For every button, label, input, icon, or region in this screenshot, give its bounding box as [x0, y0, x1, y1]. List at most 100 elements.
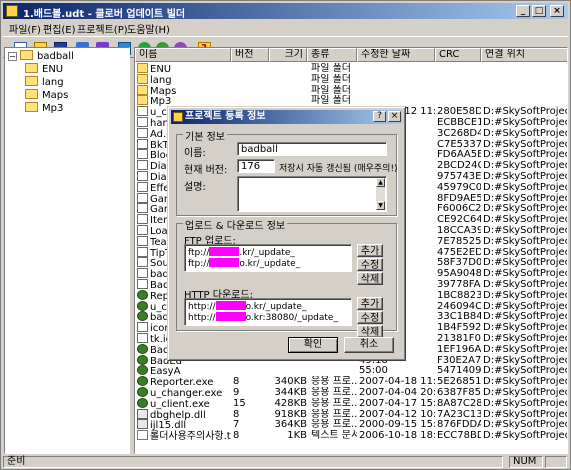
col-crc[interactable]: CRC [435, 48, 481, 62]
exe-icon [137, 289, 148, 300]
table-row[interactable]: 롤더사용주의사항.txt8 1KB 텍스트 문서2006-10-18 18:32:4… [135, 430, 567, 442]
cell-loc: D:#SkySoftProject#BadBa [483, 365, 567, 377]
col-type[interactable]: 종류 [307, 48, 357, 62]
col-name[interactable]: 이름 [135, 48, 231, 62]
status-text: 준비 [3, 456, 503, 468]
ftp-delete-button[interactable]: 삭제 [357, 272, 383, 285]
version-label: 현재 버전: [184, 165, 228, 176]
list-item[interactable]: ftp://.kr/_update_ [188, 247, 348, 258]
cell-loc: D:#SkySoftProject#BadBa [483, 333, 567, 344]
cell-type: 파일 폴더 [311, 63, 351, 74]
menu-file[interactable]: 파일(F) [9, 21, 41, 36]
scroll-down-icon[interactable]: ▼ [376, 201, 385, 210]
cell-crc: 45979C0 [437, 181, 481, 193]
cell-size: 344KB [274, 387, 307, 398]
tree-item-enu[interactable]: ENU [25, 63, 63, 75]
table-row[interactable]: u_changer.exe 9 344KB 응용 프로... 2007-04-04 20… [135, 387, 567, 399]
table-row[interactable]: Mp3 파일 폴더 [135, 95, 567, 107]
cell-loc: D:#SkySoftProject#BadBa [483, 397, 567, 409]
cell-ver: 8 [233, 376, 240, 388]
list-item[interactable]: http://o.kr/_update_ [188, 301, 348, 312]
cell-ver: 8 [233, 430, 240, 442]
cell-loc: D:#SkySoftProject#BadBa [483, 117, 567, 128]
http-add-button[interactable]: 추가 [357, 297, 383, 310]
cell-date: 2006-10-18 18:32:45 [359, 430, 435, 442]
minimize-button[interactable]: _ [516, 5, 530, 17]
project-properties-dialog: 프로젝트 등록 정보 ? × 기본 정보 이름: badball 현재 버전: … [167, 106, 406, 361]
http-list[interactable]: http://o.kr/_update_ http://o.kr:38080/_… [184, 298, 352, 326]
cell-crc: 876FDDA6 [437, 419, 481, 431]
tree-root[interactable]: − badball [8, 50, 74, 62]
cell-loc: D:#SkySoftProject#BadBa [483, 181, 567, 193]
table-row[interactable]: Maps 파일 폴더 [135, 84, 567, 97]
cell-date: 2007-04-04 20:26:30 [359, 387, 435, 398]
cancel-button[interactable]: 취소 [344, 337, 394, 353]
description-scrollbar[interactable]: ▲ ▼ [376, 178, 385, 210]
redaction-mark [215, 301, 246, 310]
ftp-add-button[interactable]: 추가 [357, 244, 383, 257]
ftp-edit-button[interactable]: 수정 [357, 258, 383, 271]
folder-tree[interactable]: − badball ENU lang Maps Mp3 [4, 47, 130, 454]
exe-icon [137, 311, 148, 322]
dialog-close-button[interactable]: × [388, 111, 401, 122]
ok-button[interactable]: 확인 [288, 337, 338, 353]
folder-icon [137, 63, 148, 73]
ftp-list[interactable]: ftp://.kr/_update_ ftp://o.kr/_update_ [184, 244, 352, 272]
file-icon [137, 268, 148, 279]
cell-date: 55:00 [359, 365, 388, 377]
file-icon [137, 160, 148, 171]
description-field[interactable]: ▲ ▼ [237, 176, 387, 212]
table-row[interactable]: EasyA55:0054714098D:#SkySoftProject#BadB… [135, 365, 567, 377]
cell-size: 428KB [274, 397, 307, 409]
list-item[interactable]: ftp://o.kr/_update_ [188, 258, 348, 269]
list-item[interactable]: http://o.kr:38080/_update_ [188, 312, 348, 323]
folder-icon [25, 102, 38, 112]
tree-item-lang[interactable]: lang [25, 76, 64, 88]
file-icon [137, 149, 148, 160]
maximize-button[interactable]: □ [532, 5, 546, 17]
table-row[interactable]: lang 파일 폴더 [135, 73, 567, 86]
table-row[interactable]: dbghelp.dll8918KB응용 프로...2007-04-12 10:4… [135, 408, 567, 421]
collapse-icon[interactable]: − [8, 52, 17, 61]
cell-loc: D:#SkySoftProject#BadBa [483, 300, 567, 312]
title-bar[interactable]: 1.배드볼.udt - 클로버 업데이트 빌더 _ □ × [3, 3, 568, 20]
col-version[interactable]: 버전 [231, 48, 269, 62]
cell-loc: D:#SkySoftProject#BadBa [483, 322, 567, 334]
cell-crc: F6006C24 [437, 203, 481, 215]
dialog-title-bar[interactable]: 프로젝트 등록 정보 [171, 110, 402, 124]
cell-crc: 8A87C28E [437, 397, 481, 409]
table-row[interactable]: ENU 파일 폴더 [135, 63, 567, 75]
autosave-note: 저장시 자동 갱신됨 (매우주의!) [279, 164, 398, 174]
cell-crc: 2BCD24CD [437, 160, 481, 172]
cell-type: 응용 프로... [311, 408, 357, 420]
tree-item-maps[interactable]: Maps [25, 89, 68, 101]
cell-crc: 1BC88238 [437, 289, 481, 301]
basic-info-group: 기본 정보 이름: badball 현재 버전: 176 저장시 자동 갱신됨 … [176, 128, 398, 216]
close-button[interactable]: × [550, 5, 564, 17]
project-name-field[interactable]: badball [237, 142, 387, 156]
redaction-mark [215, 312, 246, 321]
table-row[interactable]: Reporter.exe8340KB응용 프로...2007-04-18 11:… [135, 376, 567, 388]
table-row[interactable]: u_client.exe 15 428KB 응용 프로... 2007-04-17 15… [135, 397, 567, 410]
http-edit-button[interactable]: 수정 [357, 311, 383, 324]
scroll-up-icon[interactable]: ▲ [376, 178, 385, 187]
menu-edit[interactable]: 편집(E) [43, 21, 76, 36]
menu-help[interactable]: 도움말(H) [127, 21, 170, 36]
version-field[interactable]: 176 [237, 159, 275, 173]
menu-project[interactable]: 프로젝트(P) [77, 21, 128, 36]
table-row[interactable]: ijl15.dll7364KB응용 프로...2000-09-15 15:51:… [135, 419, 567, 431]
tree-item-mp3[interactable]: Mp3 [25, 102, 63, 114]
folder-icon [25, 89, 38, 99]
cell-type: 응용 프로... [311, 397, 357, 409]
file-icon [137, 181, 148, 192]
cell-loc: D:#SkySoftProject#BadBa [483, 160, 567, 172]
col-size[interactable]: 크기 [269, 48, 307, 62]
cell-crc: 21381F05 [437, 333, 481, 344]
dialog-help-button[interactable]: ? [373, 111, 386, 122]
upload-download-group: 업로드 & 다운로드 정보 FTP 업로드: ftp://.kr/_update… [176, 217, 397, 338]
file-icon [137, 171, 148, 181]
col-date[interactable]: 수정한 날짜 [357, 48, 435, 62]
col-location[interactable]: 연결 위치 [481, 48, 567, 62]
cell-crc: 54714098 [437, 365, 481, 377]
dll-icon [137, 408, 148, 419]
